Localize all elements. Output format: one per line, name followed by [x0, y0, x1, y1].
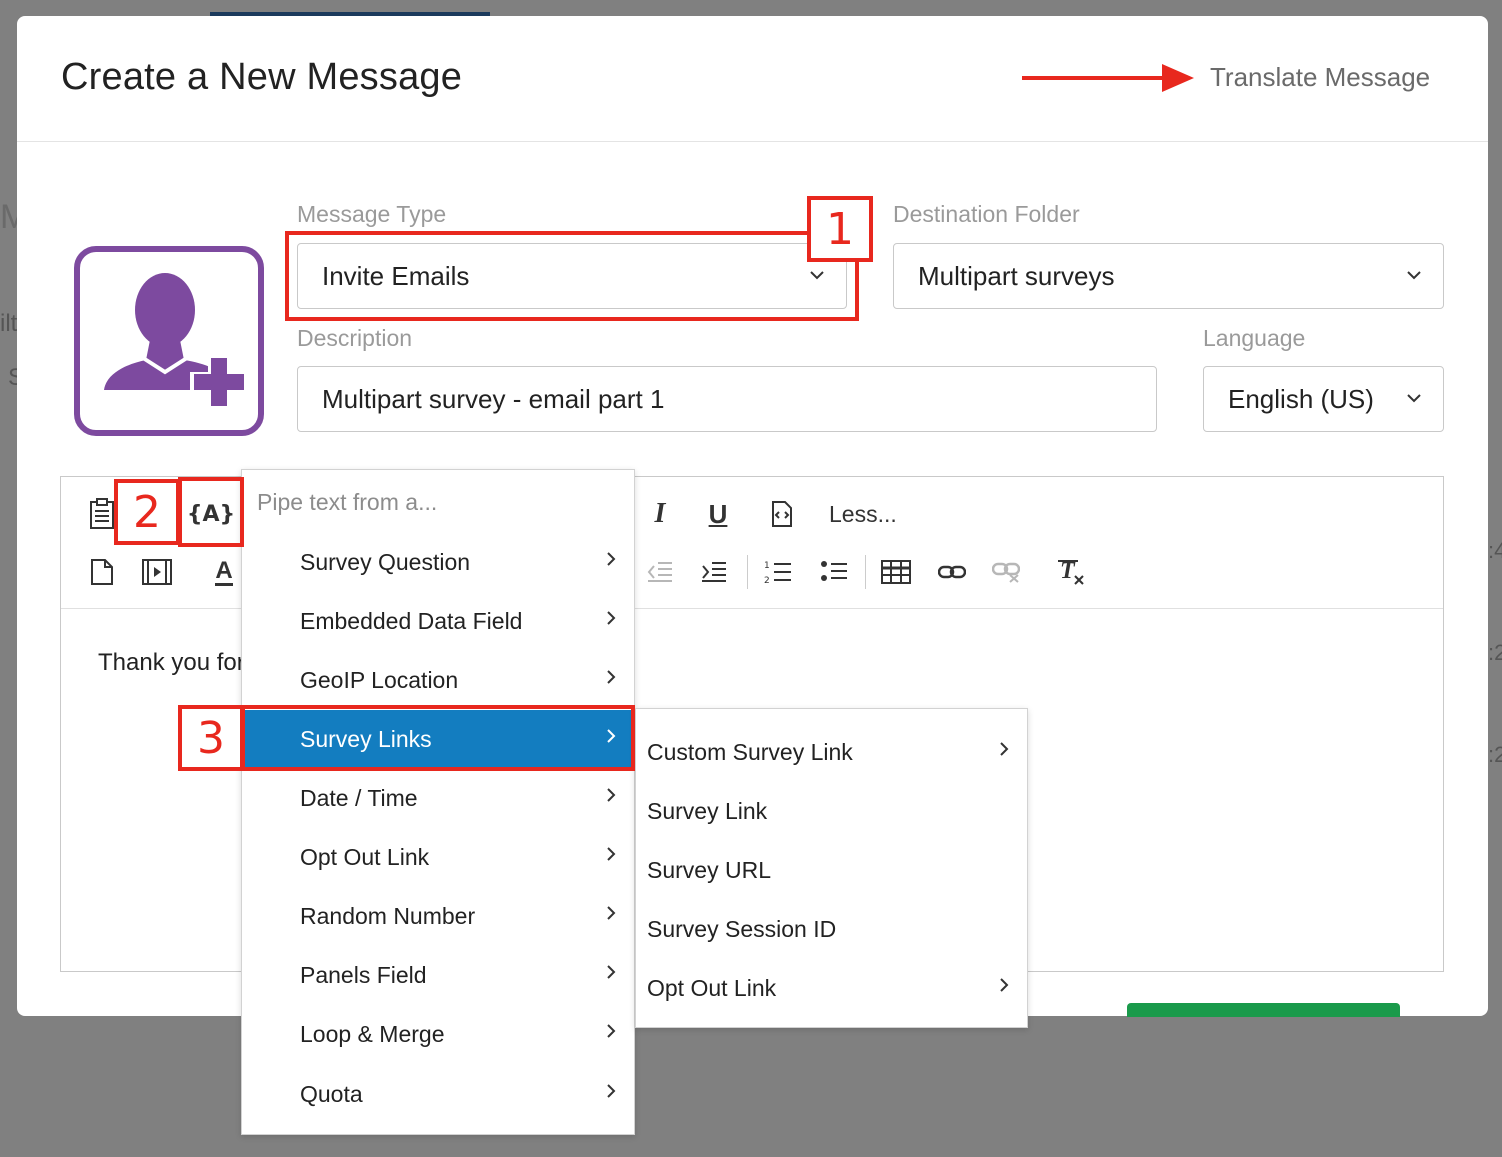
submenu-item-survey-url[interactable]: Survey URL	[636, 841, 1027, 900]
annotation-step-3: 3	[178, 705, 244, 771]
modal-header: Create a New Message Translate Message	[17, 16, 1488, 142]
background-text: ilt	[0, 310, 18, 337]
chevron-right-icon	[607, 788, 616, 802]
source-code-icon[interactable]	[767, 495, 797, 533]
submenu-item-custom-survey-link[interactable]: Custom Survey Link	[636, 723, 1027, 782]
menu-item-quota[interactable]: Quota	[242, 1065, 634, 1124]
chevron-down-icon	[1407, 394, 1421, 403]
chevron-right-icon	[607, 965, 616, 979]
menu-item-random-number[interactable]: Random Number	[242, 887, 634, 946]
submenu-item-label: Survey Session ID	[647, 916, 837, 942]
numbered-list-icon[interactable]: 12	[761, 557, 795, 587]
submenu-item-label: Survey Link	[647, 798, 768, 824]
destination-folder-label: Destination Folder	[893, 201, 1080, 227]
language-value: English (US)	[1228, 383, 1374, 414]
menu-item-embedded-data-field[interactable]: Embedded Data Field	[242, 592, 634, 651]
annotation-step-1: 1	[807, 196, 873, 262]
submenu-item-label: Custom Survey Link	[647, 739, 853, 765]
italic-icon[interactable]: I	[645, 495, 675, 533]
user-plus-icon	[104, 273, 248, 410]
svg-text:1: 1	[764, 561, 770, 571]
indent-icon[interactable]	[697, 557, 731, 587]
link-icon[interactable]	[935, 557, 969, 587]
add-contact-icon	[74, 246, 264, 436]
annotation-box-piped-text	[178, 477, 244, 547]
media-icon[interactable]	[140, 555, 174, 589]
svg-text:2: 2	[764, 576, 770, 585]
menu-item-label: Loop & Merge	[300, 1021, 445, 1047]
menu-item-label: Survey Question	[300, 549, 471, 575]
chevron-right-icon	[607, 906, 616, 920]
submenu-item-survey-link[interactable]: Survey Link	[636, 782, 1027, 841]
menu-item-label: Opt Out Link	[300, 844, 430, 870]
toolbar-divider	[865, 555, 866, 589]
menu-item-survey-question[interactable]: Survey Question	[242, 533, 634, 592]
chevron-right-icon	[607, 847, 616, 861]
destination-folder-value: Multipart surveys	[918, 260, 1115, 291]
chevron-right-icon	[607, 611, 616, 625]
toolbar-divider	[747, 555, 748, 589]
chevron-right-icon	[1000, 978, 1009, 992]
annotation-arrow-icon	[1022, 64, 1194, 92]
submenu-item-label: Survey URL	[647, 857, 771, 883]
chevron-right-icon	[1000, 742, 1009, 756]
bullet-list-icon[interactable]	[817, 557, 851, 587]
menu-item-label: Quota	[300, 1081, 363, 1107]
menu-item-loop-merge[interactable]: Loop & Merge	[242, 1005, 634, 1064]
modal-title: Create a New Message	[61, 56, 463, 98]
menu-item-panels-field[interactable]: Panels Field	[242, 946, 634, 1005]
destination-folder-select[interactable]: Multipart surveys	[893, 243, 1444, 309]
table-icon[interactable]	[879, 557, 913, 587]
new-page-icon[interactable]	[87, 555, 117, 589]
pipe-text-menu: Pipe text from a... Survey Question Embe…	[241, 469, 635, 1135]
clear-formatting-icon[interactable]: T	[1055, 555, 1089, 589]
background-text: :2	[1488, 640, 1502, 665]
message-type-label: Message Type	[297, 201, 447, 227]
submenu-item-label: Opt Out Link	[647, 975, 777, 1001]
language-select[interactable]: English (US)	[1203, 366, 1444, 432]
menu-item-label: Panels Field	[300, 962, 427, 988]
background-text: :2	[1488, 742, 1502, 767]
pipe-text-heading: Pipe text from a...	[257, 489, 438, 515]
paste-icon[interactable]	[87, 495, 117, 533]
text-color-icon[interactable]: A	[207, 555, 241, 589]
submenu-item-opt-out-link[interactable]: Opt Out Link	[636, 959, 1027, 1018]
menu-item-label: Embedded Data Field	[300, 608, 523, 634]
background-text: :4	[1488, 538, 1502, 563]
chevron-right-icon	[607, 1024, 616, 1038]
translate-message-link[interactable]: Translate Message	[1210, 62, 1430, 93]
editor-body-text: Thank you for	[98, 649, 245, 676]
annotation-box-survey-links	[241, 705, 635, 771]
less-button[interactable]: Less...	[829, 501, 897, 528]
description-value: Multipart survey - email part 1	[322, 383, 665, 414]
menu-item-geoip-location[interactable]: GeoIP Location	[242, 651, 634, 710]
menu-item-label: Date / Time	[300, 785, 418, 811]
survey-links-submenu: Custom Survey Link Survey Link Survey UR…	[635, 708, 1028, 1028]
chevron-right-icon	[607, 670, 616, 684]
annotation-box-message-type	[285, 231, 859, 321]
submenu-item-survey-session-id[interactable]: Survey Session ID	[636, 900, 1027, 959]
save-button[interactable]	[1127, 1003, 1400, 1017]
chevron-down-icon	[1407, 271, 1421, 280]
unlink-icon[interactable]	[989, 557, 1023, 587]
underline-icon[interactable]: U	[702, 495, 734, 533]
chevron-right-icon	[607, 1084, 616, 1098]
chevron-right-icon	[607, 552, 616, 566]
menu-item-date-time[interactable]: Date / Time	[242, 769, 634, 828]
menu-item-opt-out-link[interactable]: Opt Out Link	[242, 828, 634, 887]
menu-item-label: GeoIP Location	[300, 667, 459, 693]
description-input[interactable]: Multipart survey - email part 1	[297, 366, 1157, 432]
description-label: Description	[297, 325, 413, 351]
outdent-icon[interactable]	[643, 557, 677, 587]
language-label: Language	[1203, 325, 1306, 351]
menu-item-label: Random Number	[300, 903, 476, 929]
annotation-step-2: 2	[114, 479, 180, 545]
